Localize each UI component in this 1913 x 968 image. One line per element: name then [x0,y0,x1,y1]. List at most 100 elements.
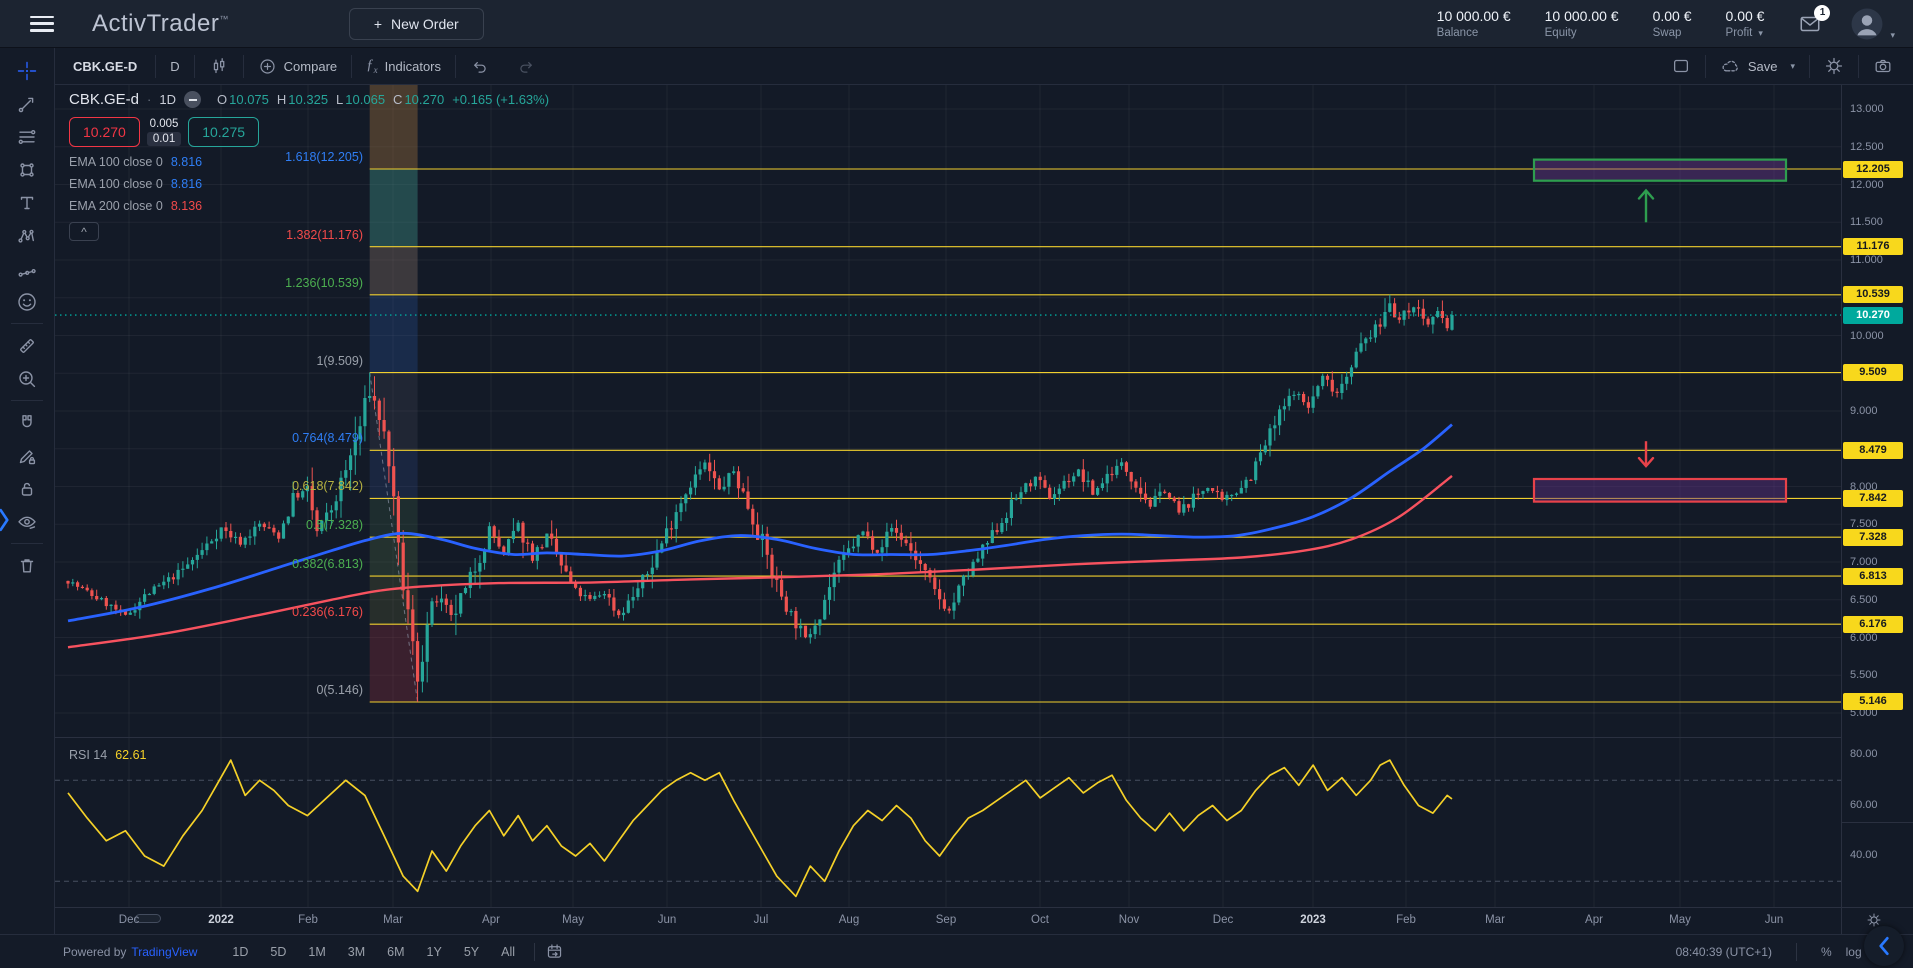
time-tick: Mar [363,914,423,926]
account-summary: 10 000.00 €Balance 10 000.00 € Equity 0.00 … [1437,8,1765,39]
expand-panel-icon[interactable] [0,508,10,532]
indicator-row[interactable]: EMA 200 close 08.136 [69,199,549,213]
fib-label-0: 0(5.146) [55,683,363,697]
legend-collapse-button[interactable]: ^ [69,222,99,241]
drawing-lock-icon[interactable] [7,439,47,472]
trend-line-icon[interactable] [7,87,47,120]
fib-price-tag: 7.842 [1843,490,1903,507]
trash-icon[interactable] [7,549,47,582]
timeframe-1y[interactable]: 1Y [418,942,451,962]
timeframe-1m[interactable]: 1M [299,942,334,962]
sell-button[interactable]: 10.270 [69,117,140,147]
rsi-chart[interactable] [55,737,1841,907]
lock-icon[interactable] [7,472,47,505]
layout-button[interactable] [1657,48,1705,84]
chart-legend: CBK.GE-d · 1D O10.075H10.325L10.065C10.2… [69,91,549,241]
timeframe-all[interactable]: All [492,942,524,962]
indicator-row[interactable]: EMA 100 close 08.816 [69,155,549,169]
ruler-icon[interactable] [7,329,47,362]
parallel-lines-icon[interactable] [7,120,47,153]
price-tick: 12.500 [1850,141,1884,153]
new-order-button[interactable]: + New Order [349,8,484,40]
timeframe-1d[interactable]: 1D [223,942,257,962]
time-tick: Apr [461,914,521,926]
symbol-title[interactable]: CBK.GE-d [69,91,139,108]
tradingview-link[interactable]: TradingView [131,945,197,959]
time-tick: Nov [1099,914,1159,926]
price-tick: 9.000 [1850,405,1878,417]
chart-style-button[interactable] [195,48,243,84]
settings-gear-icon [1824,56,1844,76]
app-logo: ActivTrader™ [92,10,229,38]
redo-button[interactable] [503,48,550,84]
mail-icon[interactable]: 1 [1798,12,1822,36]
time-tick: Feb [278,914,338,926]
text-tool-icon[interactable] [7,186,47,219]
account-value: 0.00 € [1653,8,1692,24]
zoom-in-icon[interactable] [7,362,47,395]
crosshair-icon[interactable] [7,54,47,87]
fib-price-tag: 8.479 [1843,442,1903,459]
account-label: Equity [1545,27,1619,39]
hide-series-button[interactable] [184,91,201,108]
undo-button[interactable] [456,48,503,84]
rectangle-tool-icon[interactable] [7,153,47,186]
fib-price-tag: 5.146 [1843,693,1903,710]
time-axis[interactable]: Dec2022FebMarAprMayJunJulAugSepOctNovDec… [55,907,1841,934]
timeframe-3m[interactable]: 3M [339,942,374,962]
bottom-bar: Powered by TradingView 1D5D1M3M6M1Y5YAll… [0,934,1913,968]
menu-icon[interactable] [30,16,54,32]
ohlc-l: L10.065 [336,92,385,107]
snapshot-button[interactable] [1859,48,1907,84]
collapse-panel-icon[interactable] [1864,926,1904,966]
account-label: Balance [1437,27,1511,39]
time-tick: Apr [1564,914,1624,926]
settings-button[interactable] [1810,48,1858,84]
time-tick: Dec [99,914,159,926]
forecast-tool-icon[interactable] [7,252,47,285]
emoji-tool-icon[interactable] [7,285,47,318]
user-avatar[interactable]: ▾ [1850,7,1895,41]
indicator-name: EMA 100 close 0 [69,177,163,191]
percent-scale-button[interactable]: % [1821,945,1832,959]
chart-pane[interactable]: Dec2022FebMarAprMayJunJulAugSepOctNovDec… [55,85,1841,934]
account-swap: 0.00 €Swap [1653,8,1692,39]
indicators-button[interactable]: ƒx Indicators [352,48,455,84]
account-value: 10 000.00 € [1545,8,1619,24]
fib-price-tag: 12.205 [1843,161,1903,178]
hide-drawings-icon[interactable] [7,505,47,538]
indicator-row[interactable]: EMA 100 close 08.816 [69,177,549,191]
rsi-legend: RSI 1462.61 [69,748,147,762]
go-to-date-icon[interactable] [545,942,564,961]
ohlc-values: O10.075H10.325L10.065C10.270 [217,92,444,107]
function-icon: ƒx [366,57,378,75]
fib-label-0.618: 0.618(7.842) [55,479,363,493]
ohlc-c: C10.270 [393,92,444,107]
cloud-save-icon [1720,56,1741,77]
time-tick: Sep [916,914,976,926]
price-tick: 6.500 [1850,594,1878,606]
account-value: 0.00 € [1726,8,1765,24]
drawing-toolbar [0,48,55,934]
fib-label-0.382: 0.382(6.813) [55,557,363,571]
rsi-tick: 40.00 [1850,849,1878,861]
buy-button[interactable]: 10.275 [188,117,259,147]
symbol-button[interactable]: CBK.GE-D [55,48,155,84]
timeframe-5y[interactable]: 5Y [455,942,488,962]
save-button[interactable]: Save ▾ [1706,48,1809,84]
magnet-icon[interactable] [7,406,47,439]
account-profit[interactable]: 0.00 €Profit▾ [1726,8,1765,39]
rsi-tick: 60.00 [1850,799,1878,811]
account-balance: 10 000.00 €Balance [1437,8,1511,39]
chevron-down-icon: ▾ [1790,61,1795,72]
interval-button[interactable]: D [156,48,193,84]
log-scale-button[interactable]: log [1846,945,1862,959]
timeframe-6m[interactable]: 6M [378,942,413,962]
time-tick: Jun [1744,914,1804,926]
compare-button[interactable]: Compare [244,48,351,84]
redo-icon [517,57,536,76]
timeframe-5d[interactable]: 5D [261,942,295,962]
xabcd-pattern-icon[interactable] [7,219,47,252]
price-axis[interactable]: 13.00012.50012.00011.50011.00010.0009.00… [1841,85,1913,934]
fib-label-0.236: 0.236(6.176) [55,605,363,619]
